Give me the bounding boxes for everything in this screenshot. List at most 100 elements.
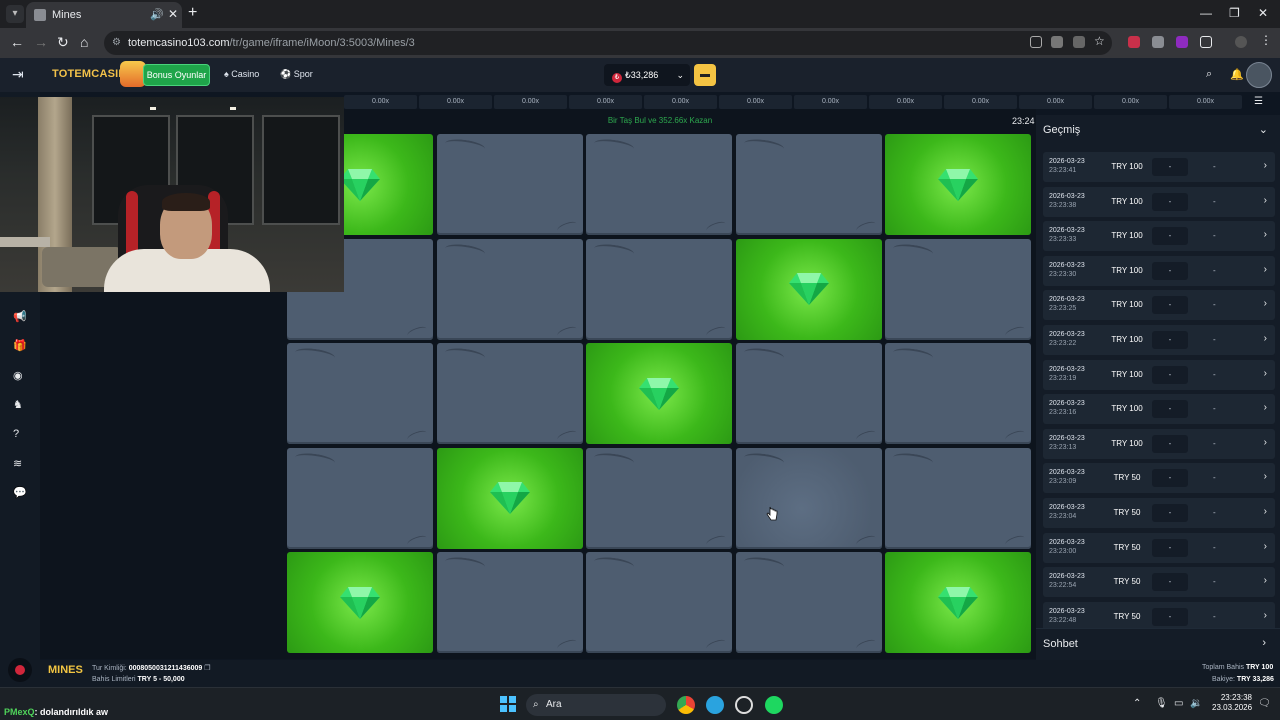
gem-icon: [938, 586, 978, 619]
taskbar-clock[interactable]: 23:23:38 23.03.2026: [1212, 693, 1252, 713]
profile-icon[interactable]: [1235, 36, 1247, 48]
mic-icon[interactable]: 🎙: [1155, 698, 1168, 709]
history-row[interactable]: 2026-03-23 23:23:41 TRY 100- - ›: [1043, 152, 1275, 182]
hidden-tile[interactable]: [735, 447, 882, 549]
cast-icon[interactable]: [1030, 36, 1042, 48]
home-icon[interactable]: ⌂: [80, 34, 88, 50]
language-flag-icon[interactable]: [8, 658, 32, 682]
new-tab-button[interactable]: +: [188, 4, 197, 22]
history-row[interactable]: 2026-03-23 23:23:19 TRY 100- - ›: [1043, 359, 1275, 390]
puzzle-icon[interactable]: [1200, 36, 1212, 48]
history-row[interactable]: 2026-03-23 23:23:33 TRY 100- - ›: [1043, 221, 1275, 252]
minimize-window-icon[interactable]: —: [1200, 6, 1212, 20]
revealed-gem-tile[interactable]: [735, 238, 882, 340]
hidden-tile[interactable]: [436, 134, 583, 235]
chevron-right-icon: ›: [1263, 471, 1267, 483]
history-row[interactable]: 2026-03-23 23:23:13 TRY 100- - ›: [1043, 428, 1275, 459]
tray-chevron-icon[interactable]: ⌃: [1133, 698, 1141, 709]
hidden-tile[interactable]: [735, 552, 882, 653]
history-datetime: 2026-03-23 23:23:09: [1049, 468, 1085, 486]
hidden-tile[interactable]: [586, 238, 732, 340]
tab-search-button[interactable]: ▾: [6, 5, 24, 23]
volume-icon[interactable]: 🔉: [1190, 698, 1202, 709]
search-icon[interactable]: ⌕: [1206, 68, 1212, 81]
revealed-gem-tile[interactable]: [436, 447, 583, 549]
history-row[interactable]: 2026-03-23 23:23:00 TRY 50 - - ›: [1043, 532, 1275, 563]
extension-icon[interactable]: [1128, 36, 1140, 48]
history-row[interactable]: 2026-03-23 23:23:38 TRY 100- - ›: [1043, 186, 1275, 217]
hidden-tile[interactable]: [885, 343, 1031, 444]
network-icon[interactable]: ▭: [1174, 698, 1183, 709]
hidden-tile[interactable]: [586, 447, 732, 549]
hidden-tile[interactable]: [885, 238, 1031, 340]
revealed-gem-tile[interactable]: [885, 134, 1031, 235]
revealed-gem-tile[interactable]: [586, 343, 732, 444]
megaphone-icon[interactable]: 📢: [13, 310, 27, 323]
nav-casino[interactable]: ♠ Casino: [224, 69, 259, 79]
collapse-history-icon[interactable]: ⌄: [1259, 123, 1268, 136]
telegram-app-icon[interactable]: [706, 696, 724, 714]
avatar[interactable]: [1246, 62, 1272, 88]
taskbar-search[interactable]: ⌕ Ara: [526, 694, 666, 716]
extension-purple-icon[interactable]: [1176, 36, 1188, 48]
gift-box-icon[interactable]: 🎁: [13, 339, 27, 352]
close-window-icon[interactable]: ✕: [1258, 6, 1268, 20]
bonus-games-button[interactable]: Bonus Oyunlar: [143, 64, 210, 86]
hidden-tile[interactable]: [287, 343, 433, 444]
chat-bar[interactable]: Sohbet ›: [1036, 628, 1280, 660]
chrome-app-icon[interactable]: [677, 696, 695, 714]
hidden-tile[interactable]: [287, 447, 433, 549]
reload-icon[interactable]: ↻: [57, 34, 69, 51]
history-row[interactable]: 2026-03-23 23:23:09 TRY 50 - - ›: [1043, 463, 1275, 494]
bookmark-star-icon[interactable]: ☆: [1094, 34, 1106, 48]
history-date: 2026-03-23: [1049, 504, 1085, 511]
history-row[interactable]: 2026-03-23 23:23:04 TRY 50 - - ›: [1043, 498, 1275, 528]
nav-sport[interactable]: ⚽ Spor: [280, 69, 313, 80]
history-row[interactable]: 2026-03-23 23:23:25 TRY 100- - ›: [1043, 290, 1275, 321]
tile-crack: [593, 450, 635, 469]
back-icon[interactable]: ←: [10, 34, 24, 50]
revealed-gem-tile[interactable]: [287, 552, 433, 653]
speaker-icon[interactable]: 🔊: [150, 8, 164, 21]
hidden-tile[interactable]: [436, 552, 583, 653]
hidden-tile[interactable]: [436, 238, 583, 340]
help-icon[interactable]: ?: [13, 428, 19, 440]
close-tab-icon[interactable]: ✕: [168, 7, 178, 21]
wallet-button[interactable]: ▬: [694, 64, 716, 86]
windows-start-icon[interactable]: [500, 696, 516, 712]
browser-tab[interactable]: Mines 🔊 ✕: [26, 2, 182, 28]
hidden-tile[interactable]: [735, 134, 882, 235]
hidden-tile[interactable]: [885, 447, 1031, 549]
shield-extension-icon[interactable]: [1152, 36, 1164, 48]
history-amount: TRY 50: [1113, 542, 1141, 552]
sidebar-toggle-icon[interactable]: ⇥: [12, 66, 24, 83]
tournament-icon[interactable]: ♞: [13, 398, 23, 411]
hidden-tile[interactable]: [735, 343, 882, 444]
balance-dropdown[interactable]: ₺ ₺33,286 ⌄: [604, 64, 690, 86]
site-info-icon[interactable]: ⚙: [112, 31, 121, 55]
spotify-app-icon[interactable]: [765, 696, 783, 714]
history-row[interactable]: 2026-03-23 23:23:30 TRY 100- - ›: [1043, 255, 1275, 286]
notification-icon[interactable]: 🗨: [1258, 698, 1271, 709]
bell-icon[interactable]: 🔔: [1230, 68, 1244, 81]
hidden-tile[interactable]: [436, 343, 583, 444]
promo-icon[interactable]: ≋: [13, 457, 22, 470]
history-row[interactable]: 2026-03-23 23:23:16 TRY 100- - ›: [1043, 394, 1275, 425]
forward-icon[interactable]: →: [34, 34, 48, 50]
copy-icon[interactable]: ❐: [204, 665, 210, 672]
chat-bubble-icon[interactable]: 💬: [13, 486, 27, 499]
hidden-tile[interactable]: [586, 552, 732, 653]
history-date: 2026-03-23: [1049, 400, 1085, 408]
restore-window-icon[interactable]: ❐: [1229, 6, 1240, 20]
steam-app-icon[interactable]: [735, 696, 753, 714]
trophy-icon[interactable]: ◉: [13, 369, 23, 382]
hidden-tile[interactable]: [586, 134, 732, 235]
password-key-icon[interactable]: [1051, 36, 1063, 48]
history-row[interactable]: 2026-03-23 23:22:54 TRY 50 - - ›: [1043, 567, 1275, 598]
eye-off-icon[interactable]: [1073, 36, 1085, 48]
browser-menu-icon[interactable]: ⋮: [1260, 33, 1272, 47]
history-row[interactable]: 2026-03-23 23:23:22 TRY 100- - ›: [1043, 325, 1275, 355]
address-bar[interactable]: ⚙ totemcasino103.com/tr/game/iframe/iMoo…: [104, 31, 1112, 55]
game-menu-icon[interactable]: ☰: [1254, 96, 1263, 107]
revealed-gem-tile[interactable]: [885, 552, 1031, 653]
